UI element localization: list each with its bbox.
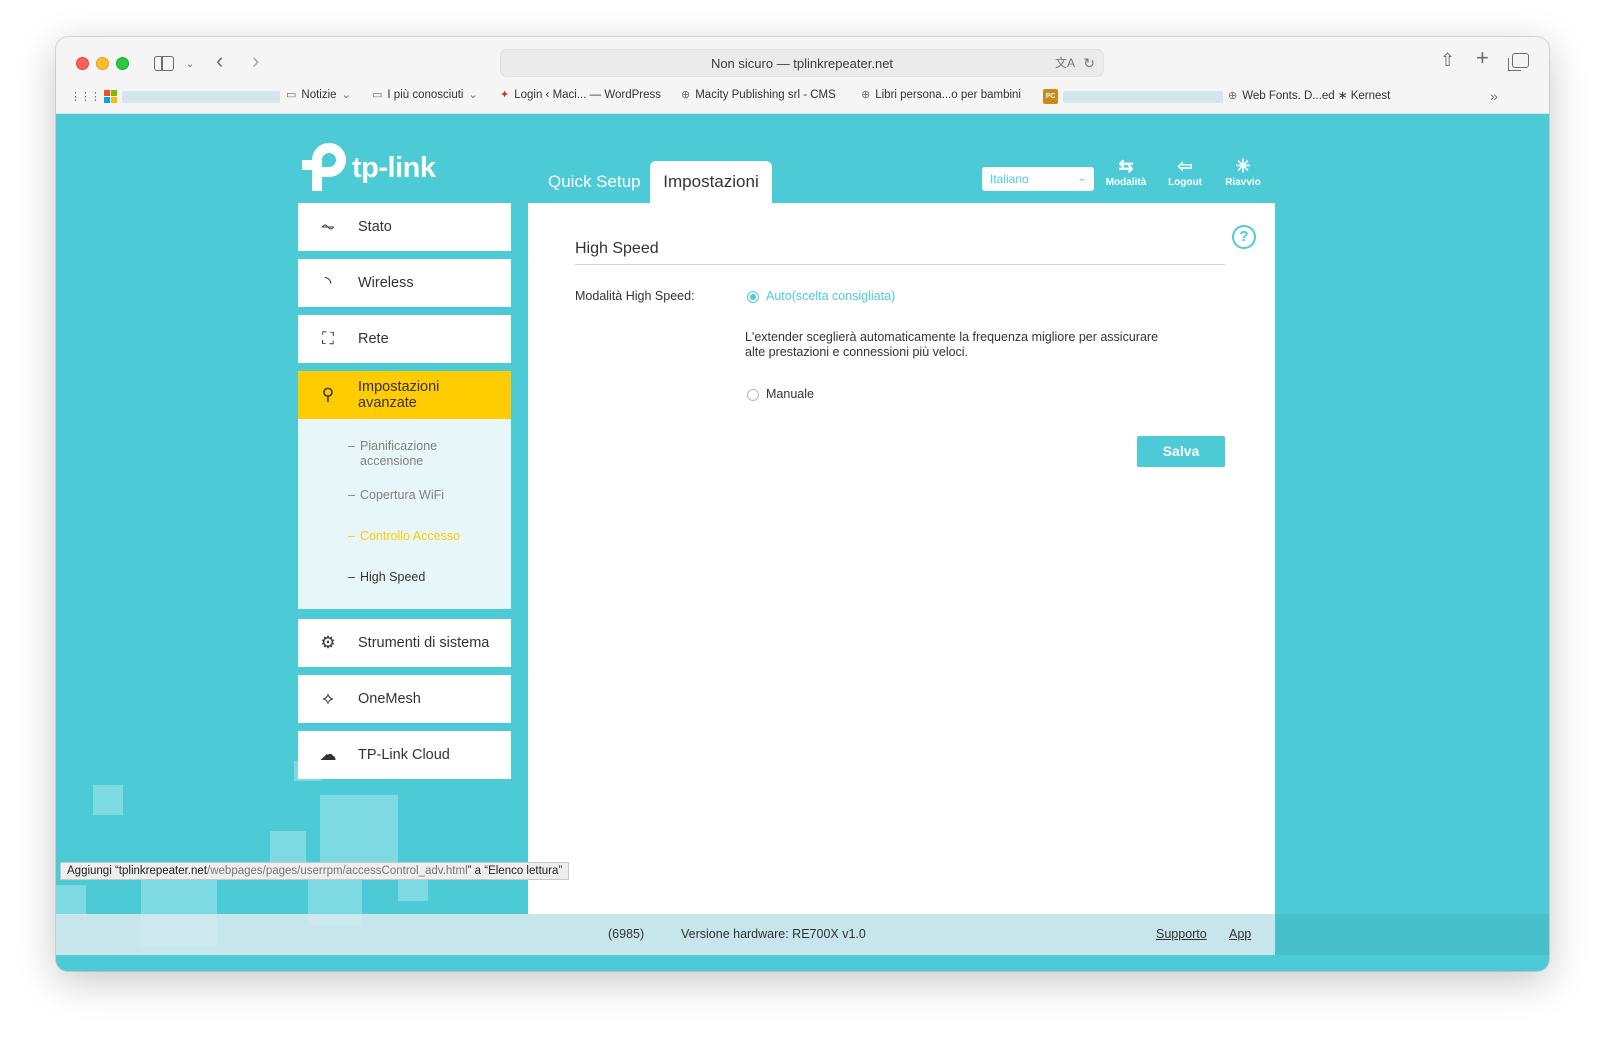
- wifi-icon: ◝: [324, 273, 332, 292]
- redacted-bookmark[interactable]: [122, 91, 280, 103]
- high-speed-mode-label: Modalità High Speed:: [575, 289, 695, 303]
- sidebar-item-wireless[interactable]: ◝ Wireless: [298, 259, 511, 307]
- reload-icon[interactable]: ↻: [1083, 50, 1095, 77]
- folder-icon: ▭: [286, 89, 297, 101]
- save-button[interactable]: Salva: [1137, 436, 1225, 467]
- radio-manual-label[interactable]: Manuale: [766, 387, 814, 401]
- bookmark-macity-cms[interactable]: ⊕ Macity Publishing srl - CMS: [681, 88, 836, 102]
- submenu-item-controllo-accesso[interactable]: – Controllo Accesso: [348, 529, 460, 544]
- footer: (6985) Versione hardware: RE700X v1.0 Su…: [56, 914, 1549, 955]
- logout-icon: ⇦: [1177, 156, 1193, 176]
- reboot-button[interactable]: ✳ Riavvio: [1213, 155, 1273, 188]
- help-icon[interactable]: ?: [1232, 225, 1256, 249]
- logout-button[interactable]: ⇦ Logout: [1155, 155, 1215, 188]
- globe-icon: ⊕: [681, 89, 691, 101]
- router-admin-page: tp-link Quick Setup Impostazioni Italian…: [56, 115, 1549, 971]
- sidebar-item-tp-link-cloud[interactable]: ☁ TP-Link Cloud: [298, 731, 511, 779]
- browser-toolbar: ⌄ ‹ › Non sicuro — tplinkrepeater.net 文A…: [56, 37, 1549, 114]
- language-select[interactable]: Italiano ⌄: [982, 167, 1094, 191]
- status-bar-tooltip: Aggiungi “tplinkrepeater.net/webpages/pa…: [60, 862, 570, 880]
- back-arrow-icon[interactable]: ‹: [216, 50, 223, 72]
- tp-link-mark-icon: [298, 143, 348, 193]
- sidebar-toggle-icon[interactable]: [154, 56, 174, 71]
- close-window-button[interactable]: [76, 57, 89, 70]
- pulse-icon: ⏦: [321, 217, 335, 236]
- decorative-shape: [93, 785, 123, 815]
- mode-button[interactable]: ⇆ Modalità: [1096, 155, 1156, 188]
- bookmark-libri[interactable]: ⊕ Libri persona...o per bambini: [861, 88, 1021, 102]
- hardware-version: Versione hardware: RE700X v1.0: [681, 927, 866, 941]
- folder-icon: ▭: [372, 89, 383, 101]
- globe-icon: ⊕: [1228, 89, 1238, 102]
- submenu-item-high-speed[interactable]: – High Speed: [348, 570, 425, 585]
- zoom-window-button[interactable]: [116, 57, 129, 70]
- new-tab-icon[interactable]: +: [1476, 47, 1489, 69]
- redacted-bookmark[interactable]: [1063, 91, 1223, 103]
- bookmarks-bar: ⋮⋮⋮ ▭ Notizie ⌄ ▭ I più conosciuti ⌄ ✦ L…: [56, 86, 1549, 108]
- auto-description: L'extender sceglierà automaticamente la …: [745, 330, 1159, 359]
- chevron-down-icon: ⌄: [1077, 173, 1086, 184]
- section-title: High Speed: [575, 240, 659, 257]
- bookmark-piu-conosciuti[interactable]: ▭ I più conosciuti ⌄: [372, 88, 478, 102]
- radio-auto[interactable]: [747, 291, 759, 303]
- browser-window: ⌄ ‹ › Non sicuro — tplinkrepeater.net 文A…: [56, 37, 1549, 971]
- support-link[interactable]: Supporto: [1156, 927, 1207, 941]
- firmware-version-tail: (6985): [608, 927, 645, 941]
- chevron-down-icon: ⌄: [341, 89, 351, 101]
- more-bookmarks-icon[interactable]: »: [1490, 88, 1498, 104]
- cloud-icon: ☁: [319, 745, 337, 764]
- share-icon[interactable]: ⇧: [1440, 51, 1455, 69]
- radio-manual[interactable]: [747, 389, 759, 401]
- wrench-icon: ⚲: [321, 385, 335, 404]
- tab-overview-icon[interactable]: [1508, 53, 1529, 71]
- tab-quick-setup[interactable]: Quick Setup: [538, 161, 651, 203]
- sidebar-item-stato[interactable]: ⏦ Stato: [298, 203, 511, 251]
- footer-tint: [1275, 914, 1549, 955]
- tp-link-logo: tp-link: [298, 143, 436, 193]
- advanced-submenu: – Pianificazione accensione – Copertura Wi…: [298, 419, 511, 609]
- address-text: Non sicuro — tplinkrepeater.net: [710, 56, 894, 71]
- sidebar-item-rete[interactable]: ⛶ Rete: [298, 315, 511, 363]
- submenu-item-pianificazione[interactable]: – Pianificazione accensione: [348, 439, 470, 469]
- globe-icon: ⊕: [861, 89, 871, 101]
- reboot-icon: ✳: [1235, 156, 1251, 176]
- chevron-down-icon: ⌄: [468, 89, 478, 101]
- sidebar-item-impostazioni-avanzate[interactable]: ⚲ Impostazioni avanzate: [298, 371, 511, 419]
- logo-text: tp-link: [352, 151, 436, 184]
- bookmark-notizie[interactable]: ▭ Notizie ⌄: [286, 88, 351, 102]
- address-bar[interactable]: Non sicuro — tplinkrepeater.net 文A ↻: [500, 49, 1104, 77]
- forward-arrow-icon[interactable]: ›: [252, 50, 259, 72]
- app-link[interactable]: App: [1229, 927, 1251, 941]
- submenu-item-copertura-wifi[interactable]: – Copertura WiFi: [348, 488, 444, 503]
- grid-icon[interactable]: ⋮⋮⋮: [70, 90, 101, 103]
- settings-panel: High Speed ? Modalità High Speed: Auto(s…: [528, 203, 1275, 914]
- sidebar-item-strumenti[interactable]: ⚙ Strumenti di sistema: [298, 619, 511, 667]
- language-value: Italiano: [990, 172, 1029, 186]
- radio-auto-label[interactable]: Auto(scelta consigliata): [766, 289, 895, 303]
- minimize-window-button[interactable]: [96, 57, 109, 70]
- divider: [575, 264, 1225, 265]
- bookmark-web-fonts[interactable]: ⊕ Web Fonts. D...ed ∗ Kernest: [1228, 88, 1390, 103]
- decorative-shape: [56, 885, 86, 915]
- mode-switch-icon: ⇆: [1118, 156, 1134, 176]
- microsoft-logo-icon[interactable]: [104, 90, 117, 103]
- wordpress-icon: ✦: [500, 89, 510, 101]
- pc-badge-icon[interactable]: PC: [1043, 89, 1058, 104]
- gear-icon: ⚙: [320, 633, 336, 652]
- translate-icon[interactable]: 文A: [1055, 50, 1075, 77]
- tab-impostazioni[interactable]: Impostazioni: [650, 161, 772, 203]
- bookmark-wordpress[interactable]: ✦ Login ‹ Maci... — WordPress: [500, 88, 661, 102]
- mesh-icon: ⟡: [322, 689, 334, 708]
- chevron-down-icon[interactable]: ⌄: [186, 57, 194, 73]
- network-icon: ⛶: [322, 329, 334, 348]
- sidebar-item-onemesh[interactable]: ⟡ OneMesh: [298, 675, 511, 723]
